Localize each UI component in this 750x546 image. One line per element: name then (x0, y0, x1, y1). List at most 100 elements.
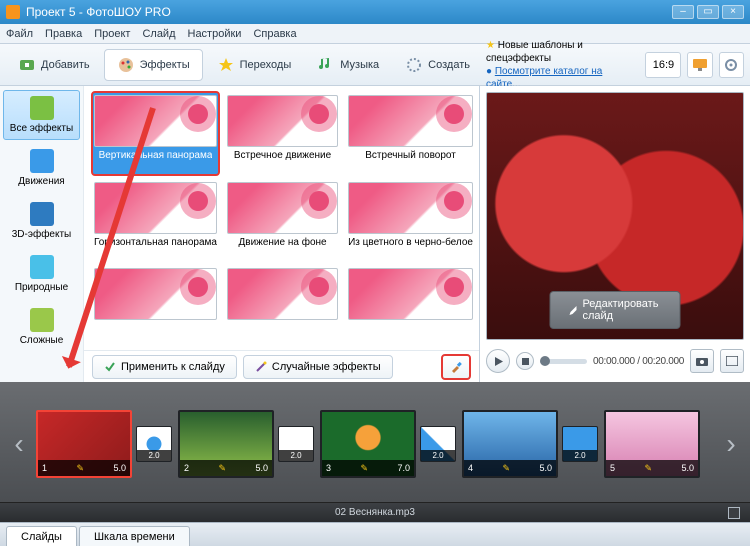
promo-line1: Новые шаблоны и спецэффекты (486, 40, 583, 64)
slide-thumbnail[interactable]: 4✎5.0 (462, 410, 558, 478)
minimize-button[interactable]: – (672, 5, 694, 19)
preview-panel: Редактировать слайд 00:00.000 / 00:20.00… (480, 86, 750, 382)
sidebar-item-label: Природные (15, 282, 68, 293)
slide-thumbnail[interactable]: 1 ✎ 5.0 (36, 410, 132, 478)
settings-button[interactable] (719, 52, 744, 78)
transition-slot[interactable]: 2.0 (136, 426, 172, 462)
stop-icon (522, 358, 529, 365)
menu-help[interactable]: Справка (253, 28, 296, 40)
tab-add[interactable]: Добавить (6, 50, 102, 80)
effect-thumbnail (227, 268, 338, 320)
slide-index: 5 (610, 463, 615, 473)
brush-icon (449, 360, 463, 374)
bottom-tab-timeline[interactable]: Шкала времени (79, 526, 190, 546)
playback-bar: 00:00.000 / 00:20.000 (486, 346, 744, 376)
menu-bar: Файл Правка Проект Слайд Настройки Справ… (0, 24, 750, 44)
title-bar: Проект 5 - ФотоШОУ PRO – ▭ × (0, 0, 750, 24)
snapshot-button[interactable] (690, 349, 714, 373)
effect-label: Встречный поворот (365, 150, 456, 162)
sidebar-item-label: 3D-эффекты (12, 229, 72, 240)
timeline-next-button[interactable]: › (724, 414, 738, 474)
star-bullet-icon: ★ (486, 40, 498, 51)
timeline-prev-button[interactable]: ‹ (12, 414, 26, 474)
slides-strip: 1✎5.02.02✎5.02.03✎7.02.04✎5.02.05✎5.0 (36, 410, 714, 478)
fullscreen-button[interactable] (720, 349, 744, 373)
slide-thumbnail[interactable]: 5✎5.0 (604, 410, 700, 478)
slide-duration: 5.0 (113, 463, 126, 473)
sidebar-item-nature[interactable]: Природные (3, 249, 80, 299)
brush-effects-button[interactable] (441, 354, 471, 380)
aspect-ratio-button[interactable]: 16:9 (645, 52, 681, 78)
effect-item[interactable]: Встречный поворот (346, 92, 475, 175)
slide-index: 3 (326, 463, 331, 473)
effects-categories: Все эффекты Движения 3D-эффекты Природные Сл… (0, 86, 84, 382)
audio-track-bar[interactable]: 02 Веснянка.mp3 (0, 502, 750, 522)
view-mode-button[interactable] (687, 52, 712, 78)
category-icon (30, 149, 54, 173)
pencil-mini-icon: ✎ (644, 463, 652, 474)
effect-item[interactable]: Встречное движение (225, 92, 340, 175)
effect-thumbnail (94, 182, 217, 234)
pencil-mini-icon: ✎ (76, 463, 84, 474)
slide-thumbnail[interactable]: 2✎5.0 (178, 410, 274, 478)
seek-bar[interactable] (540, 359, 587, 364)
effect-thumbnail (227, 182, 338, 234)
stop-button[interactable] (516, 352, 534, 370)
close-button[interactable]: × (722, 5, 744, 19)
transition-duration: 2.0 (137, 450, 171, 461)
sidebar-item-all[interactable]: Все эффекты (3, 90, 80, 140)
edit-slide-button[interactable]: Редактировать слайд (550, 291, 681, 329)
gear-outline-icon (405, 56, 423, 74)
slide-index: 2 (184, 463, 189, 473)
category-icon (30, 96, 54, 120)
pencil-mini-icon: ✎ (360, 463, 368, 474)
effect-item[interactable]: Движение на фоне (225, 179, 340, 262)
effect-label: Движение на фоне (238, 237, 326, 249)
menu-edit[interactable]: Правка (45, 28, 82, 40)
effect-thumbnail (94, 95, 217, 147)
effect-item[interactable] (92, 265, 219, 348)
menu-file[interactable]: Файл (6, 28, 33, 40)
effect-item[interactable] (346, 265, 475, 348)
effect-item[interactable]: Горизонтальная панорама (92, 179, 219, 262)
effect-item[interactable]: Вертикальная панорама (92, 92, 219, 175)
slide-thumbnail[interactable]: 3✎7.0 (320, 410, 416, 478)
timecode: 00:00.000 / 00:20.000 (593, 356, 684, 367)
transition-slot[interactable]: 2.0 (420, 426, 456, 462)
sidebar-item-3d[interactable]: 3D-эффекты (3, 196, 80, 246)
play-icon (494, 357, 503, 366)
random-effects-button[interactable]: Случайные эффекты (243, 355, 393, 379)
effect-item[interactable]: Из цветного в черно-белое (346, 179, 475, 262)
effect-item[interactable] (225, 265, 340, 348)
sidebar-item-label: Сложные (20, 335, 64, 346)
play-button[interactable] (486, 349, 510, 373)
transition-duration: 2.0 (421, 450, 455, 461)
timeline: ‹ 1✎5.02.02✎5.02.03✎7.02.04✎5.02.05✎5.0 … (0, 382, 750, 502)
sidebar-item-label: Все эффекты (10, 123, 73, 134)
tab-effects[interactable]: Эффекты (104, 49, 203, 81)
menu-slide[interactable]: Слайд (142, 28, 175, 40)
maximize-button[interactable]: ▭ (697, 5, 719, 19)
check-icon (104, 361, 116, 373)
preview-viewport[interactable]: Редактировать слайд (486, 92, 744, 340)
category-icon (30, 202, 54, 226)
transition-slot[interactable]: 2.0 (278, 426, 314, 462)
apply-to-slide-button[interactable]: Применить к слайду (92, 355, 237, 379)
transition-slot[interactable]: 2.0 (562, 426, 598, 462)
menu-project[interactable]: Проект (94, 28, 130, 40)
menu-settings[interactable]: Настройки (188, 28, 242, 40)
promo-block: ★ Новые шаблоны и спецэффекты ● Посмотри… (486, 39, 633, 91)
tab-music[interactable]: Музыка (305, 50, 391, 80)
sidebar-item-motion[interactable]: Движения (3, 143, 80, 193)
effect-thumbnail (94, 268, 217, 320)
bottom-tab-slides[interactable]: Слайды (6, 526, 77, 546)
pencil-mini-icon: ✎ (218, 463, 226, 474)
add-icon (18, 56, 36, 74)
sidebar-item-complex[interactable]: Сложные (3, 302, 80, 352)
category-icon (30, 308, 54, 332)
tab-create[interactable]: Создать (393, 50, 482, 80)
camera-icon (696, 356, 708, 366)
main-toolbar: Добавить Эффекты Переходы Музыка Создать… (0, 44, 750, 86)
tab-transitions[interactable]: Переходы (205, 50, 304, 80)
slide-index: 1 (42, 463, 47, 473)
